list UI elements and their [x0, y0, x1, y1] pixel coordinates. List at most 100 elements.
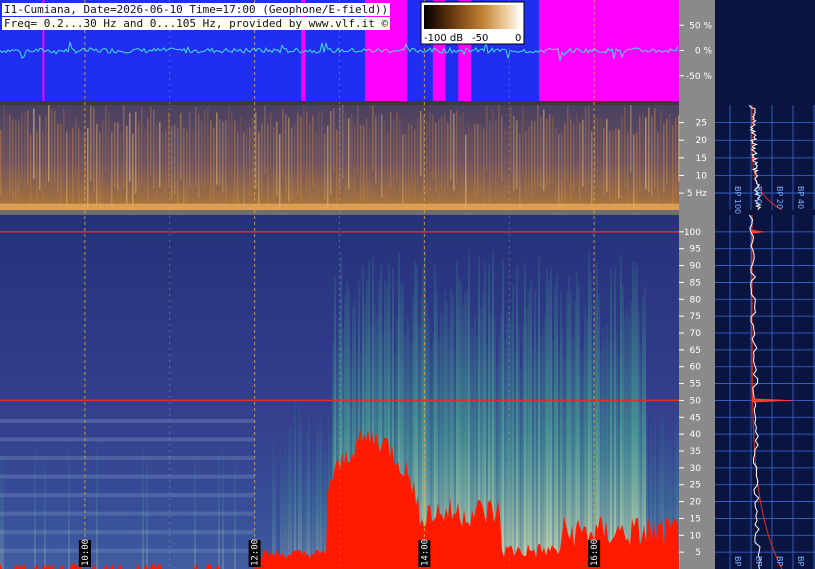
activity-column	[162, 520, 164, 569]
lf-streak	[579, 122, 581, 201]
lf-streak	[399, 118, 401, 195]
lf-streak	[546, 118, 548, 188]
lf-streak	[585, 107, 587, 192]
activity-column	[204, 515, 206, 569]
activity-column	[178, 508, 180, 569]
activity-column	[308, 416, 310, 569]
activity-column	[550, 266, 552, 569]
lf-streak	[72, 128, 74, 205]
spectrogram-tick-label: 10	[690, 531, 702, 541]
activity-column	[116, 519, 118, 569]
lf-streak	[462, 111, 464, 195]
lf-streak	[87, 128, 89, 209]
activity-column	[16, 514, 18, 569]
lf-streak	[6, 113, 8, 180]
activity-column	[548, 280, 550, 569]
activity-column	[108, 519, 110, 569]
lf-streak	[294, 122, 296, 201]
lf-streak	[210, 120, 212, 202]
harmonic-band	[0, 437, 255, 442]
lf-streak	[657, 131, 659, 205]
lf-streak	[609, 131, 611, 199]
activity-column	[140, 503, 142, 569]
lf-streak	[603, 128, 605, 196]
lf-streak	[417, 117, 419, 185]
lf-streak	[489, 121, 491, 204]
spectrogram-tick-label: 60	[690, 363, 702, 373]
activity-column	[306, 431, 308, 569]
lf-streak	[108, 111, 110, 177]
lf-streak	[111, 132, 113, 207]
lf-streak	[303, 106, 305, 172]
spectrogram-tick-label: 5	[695, 548, 701, 558]
activity-column	[50, 509, 52, 569]
lf-streak	[24, 111, 26, 191]
spectrogram-tick-label: 80	[690, 295, 702, 305]
activity-column	[506, 312, 508, 569]
lf-streak	[57, 123, 59, 193]
lf-streak	[465, 134, 467, 209]
activity-column	[54, 503, 56, 569]
lf-streak	[264, 105, 266, 175]
time-label: 16:00	[590, 539, 600, 566]
amplitude-tick-label: 0 %	[695, 47, 713, 57]
lf-streak	[171, 126, 173, 199]
lf-streak	[66, 131, 68, 208]
activity-column	[516, 266, 518, 569]
spectrogram-tick-label: 95	[690, 245, 701, 255]
lf-streak	[519, 134, 521, 212]
activity-column	[240, 519, 242, 569]
lf-streak	[192, 129, 194, 203]
activity-column	[202, 511, 204, 569]
lf-streak	[345, 113, 347, 195]
profile-bottom-tick: BP 40	[796, 556, 805, 569]
lf-streak	[390, 111, 392, 191]
lf-streak	[63, 108, 65, 179]
lf-streak	[402, 134, 404, 204]
lf-streak	[615, 128, 617, 211]
lf-streak	[312, 115, 314, 187]
activity-column	[540, 333, 542, 569]
lf-tick-label: 20	[696, 136, 708, 146]
activity-column	[62, 506, 64, 569]
activity-column	[610, 268, 612, 569]
activity-column	[118, 501, 120, 569]
activity-column	[284, 442, 286, 569]
amplitude-tick-label: -50 %	[686, 72, 713, 82]
lf-streak	[654, 107, 656, 189]
spectrogram-figure: 50 %0 %-50 % 252015105 Hz 10095908580757…	[0, 0, 815, 569]
lf-streak	[342, 105, 344, 179]
profile-bottom-tick: BP 100	[733, 556, 742, 569]
lf-streak	[42, 131, 44, 212]
lf-streak	[291, 128, 293, 202]
lf-streak	[450, 109, 452, 181]
lf-streak	[144, 129, 146, 197]
activity-column	[134, 500, 136, 569]
lf-streak	[510, 106, 512, 173]
lf-streak	[186, 129, 188, 205]
lf-streak	[660, 110, 662, 194]
spectrogram-tick-label: 25	[690, 481, 701, 491]
activity-column	[514, 352, 516, 569]
lf-streak	[69, 132, 71, 201]
lf-streak	[369, 128, 371, 197]
activity-column	[568, 277, 570, 569]
lf-streak	[621, 117, 623, 199]
activity-column	[42, 502, 44, 569]
activity-column	[36, 515, 38, 569]
activity-column	[0, 452, 2, 569]
lf-streak	[633, 134, 635, 210]
lf-streak	[174, 124, 176, 196]
lf-streak	[297, 113, 299, 196]
lf-streak	[162, 131, 164, 198]
activity-column	[188, 514, 190, 569]
colorbar-gradient	[424, 5, 521, 29]
lf-streak	[645, 117, 647, 190]
lf-streak	[435, 122, 437, 193]
lf-streak	[279, 134, 281, 216]
lf-streak	[315, 131, 317, 198]
colorbar-tick-1: -50	[472, 33, 488, 44]
lf-streak	[459, 115, 461, 198]
lf-streak	[195, 107, 197, 187]
lf-streak	[378, 114, 380, 187]
